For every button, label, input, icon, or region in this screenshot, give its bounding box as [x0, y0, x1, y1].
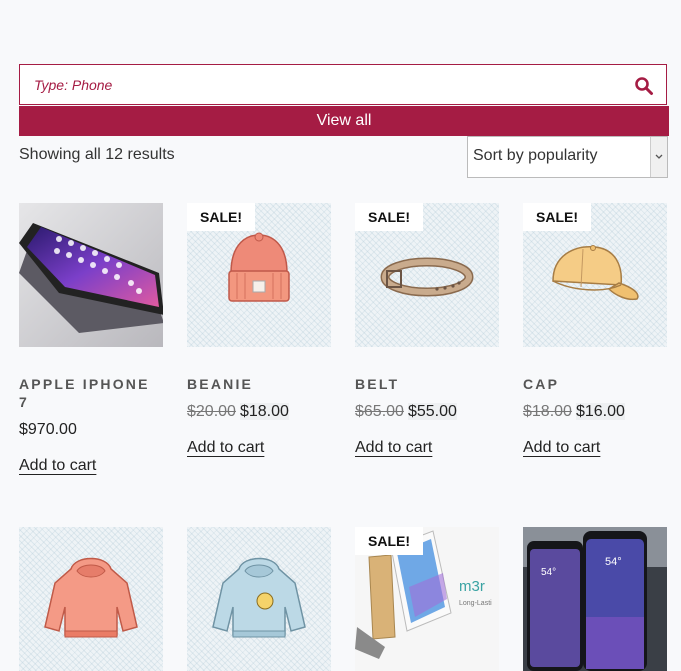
search-input[interactable] [20, 65, 620, 104]
results-count: Showing all 12 results [19, 146, 175, 163]
sale-price: $55.00 [407, 403, 457, 420]
add-to-cart-button[interactable]: Add to cart [19, 457, 96, 475]
sale-badge: SALE! [355, 203, 423, 231]
add-to-cart-button[interactable]: Add to cart [523, 439, 600, 457]
phone-clock-text: 54° [541, 567, 556, 578]
galaxy-phones-image[interactable]: 54° 54° [523, 527, 667, 671]
iphone-image[interactable] [19, 203, 163, 347]
sale-price: $18.00 [239, 403, 289, 420]
phone-clock-text: 54° [605, 556, 622, 568]
m3-tagline-text: Long-Lasti [459, 600, 492, 607]
hoodie-blue-image[interactable] [187, 527, 331, 671]
hoodie-orange-image[interactable] [19, 527, 163, 671]
search-icon[interactable] [634, 76, 654, 96]
original-price: $18.00 [523, 403, 572, 420]
view-all-button[interactable]: View all [19, 106, 669, 136]
product-price: $20.00 $18.00 [187, 403, 289, 421]
product-title[interactable]: BELT [355, 375, 495, 393]
sale-badge: SALE! [523, 203, 591, 231]
add-to-cart-button[interactable]: Add to cart [187, 439, 264, 457]
original-price: $20.00 [187, 403, 236, 420]
m3-logo-text: m3r [459, 578, 485, 595]
product-title[interactable]: BEANIE [187, 375, 327, 393]
sale-badge: SALE! [187, 203, 255, 231]
sale-price: $16.00 [575, 403, 625, 420]
add-to-cart-button[interactable]: Add to cart [355, 439, 432, 457]
product-price: $65.00 $55.00 [355, 403, 457, 421]
product-title[interactable]: APPLE IPHONE 7 [19, 375, 159, 411]
original-price: $65.00 [355, 403, 404, 420]
product-title[interactable]: CAP [523, 375, 663, 393]
current-price: $970.00 [19, 421, 77, 438]
sale-badge: SALE! [355, 527, 423, 555]
product-search [19, 64, 667, 105]
product-price: $18.00 $16.00 [523, 403, 625, 421]
sort-selected-value: Sort by popularity [473, 147, 598, 164]
chevron-down-icon [650, 137, 667, 177]
product-price: $970.00 [19, 421, 77, 439]
sort-select[interactable]: Sort by popularity [467, 136, 668, 178]
